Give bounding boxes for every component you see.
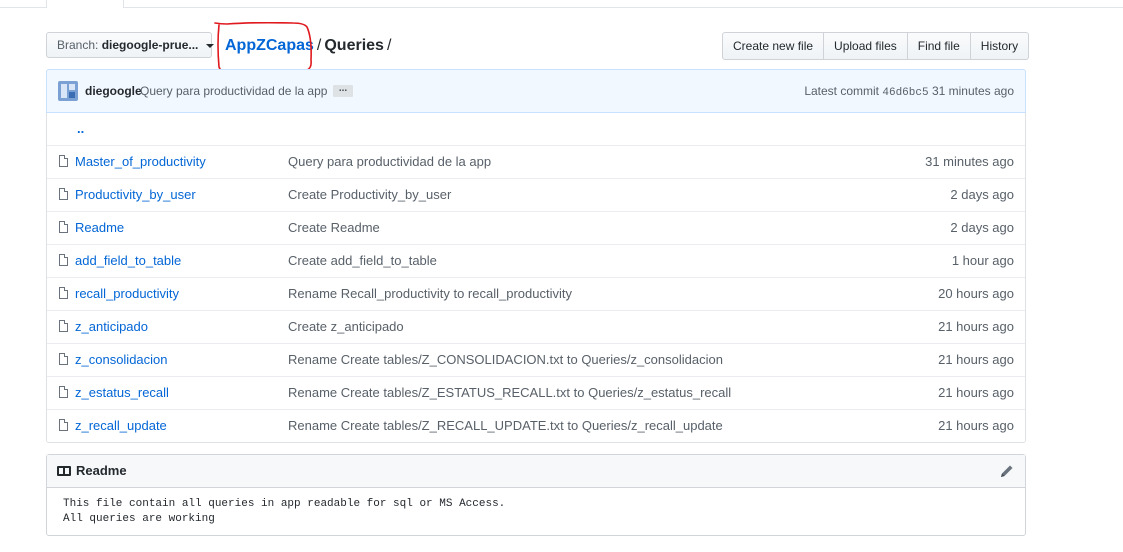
file-age: 21 hours ago <box>938 319 1014 334</box>
file-icon <box>59 155 68 167</box>
file-name-link[interactable]: z_anticipado <box>75 319 148 334</box>
readme-line: This file contain all queries in app rea… <box>63 498 506 510</box>
file-icon <box>59 221 68 233</box>
commit-sha-link[interactable]: 46d6bc5 <box>882 87 928 99</box>
branch-label: Branch: <box>57 38 99 52</box>
commit-tease: diegoogle Query para productividad de la… <box>46 69 1026 113</box>
file-name-link[interactable]: z_estatus_recall <box>75 385 169 400</box>
file-name-link[interactable]: Master_of_productivity <box>75 154 206 169</box>
file-row: Productivity_by_user Create Productivity_… <box>47 178 1025 211</box>
avatar[interactable] <box>58 81 78 101</box>
breadcrumb-repo-link[interactable]: AppZCapas <box>225 37 314 54</box>
file-icon <box>59 386 68 398</box>
file-commit-message[interactable]: Query para productividad de la app <box>288 154 491 169</box>
file-icon <box>59 287 68 299</box>
file-icon <box>59 188 68 200</box>
file-row: z_consolidacion Rename Create tables/Z_CO… <box>47 343 1025 376</box>
file-icon <box>59 254 68 266</box>
file-actions: Create new file Upload files Find file H… <box>722 32 1030 60</box>
breadcrumb-trailing-separator: / <box>386 37 392 54</box>
commit-message[interactable]: Query para productividad de la app <box>140 84 327 98</box>
commit-author[interactable]: diegoogle <box>85 84 142 98</box>
file-commit-message[interactable]: Create Readme <box>288 220 380 235</box>
find-file-button[interactable]: Find file <box>907 32 971 60</box>
file-row: recall_productivity Rename Recall_product… <box>47 277 1025 310</box>
file-row: z_anticipado Create z_anticipado 21 hours … <box>47 310 1025 343</box>
latest-commit-label: Latest commit <box>804 84 880 98</box>
readme-box: Readme This file contain all queries in … <box>46 454 1026 536</box>
file-icon <box>59 353 68 365</box>
parent-dir-row: .. <box>47 113 1025 145</box>
top-tab-border <box>0 0 1123 8</box>
upload-files-button[interactable]: Upload files <box>824 32 908 60</box>
readme-title: Readme <box>76 463 127 478</box>
file-row: add_field_to_table Create add_field_to_ta… <box>47 244 1025 277</box>
file-age: 2 days ago <box>950 187 1014 202</box>
file-name-link[interactable]: add_field_to_table <box>75 253 181 268</box>
file-commit-message[interactable]: Rename Create tables/Z_CONSOLIDACION.txt… <box>288 352 723 367</box>
file-commit-message[interactable]: Create z_anticipado <box>288 319 404 334</box>
file-row: Master_of_productivity Query para product… <box>47 145 1025 178</box>
breadcrumb-separator: / <box>316 37 322 54</box>
file-commit-message[interactable]: Rename Create tables/Z_RECALL_UPDATE.txt… <box>288 418 723 433</box>
file-name-link[interactable]: Readme <box>75 220 124 235</box>
pencil-icon[interactable] <box>999 463 1015 479</box>
file-name-link[interactable]: Productivity_by_user <box>75 187 196 202</box>
top-tab[interactable] <box>46 0 124 8</box>
breadcrumb: AppZCapas / Queries / <box>225 34 394 58</box>
file-list: .. Master_of_productivity Query para prod… <box>46 113 1026 443</box>
file-navigation: Branch: diegoogle-prue... AppZCapas / Quer… <box>46 32 1030 60</box>
file-row: z_estatus_recall Rename Create tables/Z_E… <box>47 376 1025 409</box>
file-age: 21 hours ago <box>938 352 1014 367</box>
file-row: z_recall_update Rename Create tables/Z_RE… <box>47 409 1025 442</box>
file-row: Readme Create Readme 2 days ago <box>47 211 1025 244</box>
file-commit-message[interactable]: Rename Create tables/Z_ESTATUS_RECALL.tx… <box>288 385 731 400</box>
breadcrumb-current-dir: Queries <box>324 37 384 54</box>
file-age: 31 minutes ago <box>925 154 1014 169</box>
latest-commit-info: Latest commit 46d6bc5 31 minutes ago <box>804 84 1014 99</box>
file-name-link[interactable]: z_recall_update <box>75 418 167 433</box>
file-age: 2 days ago <box>950 220 1014 235</box>
file-age: 21 hours ago <box>938 418 1014 433</box>
history-button[interactable]: History <box>970 32 1030 60</box>
readme-header: Readme <box>47 455 1025 488</box>
branch-value: diegoogle-prue... <box>101 38 199 52</box>
readme-line: All queries are working <box>63 513 215 525</box>
file-icon <box>59 419 68 431</box>
parent-directory-link[interactable]: .. <box>77 121 84 136</box>
file-name-link[interactable]: z_consolidacion <box>75 352 168 367</box>
file-age: 20 hours ago <box>938 286 1014 301</box>
commit-expand-button[interactable]: ... <box>333 84 353 97</box>
file-age: 21 hours ago <box>938 385 1014 400</box>
book-icon <box>57 466 71 476</box>
commit-age: 31 minutes ago <box>931 84 1014 98</box>
file-commit-message[interactable]: Create Productivity_by_user <box>288 187 451 202</box>
readme-content: This file contain all queries in app rea… <box>63 497 505 527</box>
file-commit-message[interactable]: Create add_field_to_table <box>288 253 437 268</box>
file-commit-message[interactable]: Rename Recall_productivity to recall_pro… <box>288 286 572 301</box>
file-age: 1 hour ago <box>951 253 1014 268</box>
chevron-down-icon <box>205 43 214 48</box>
file-name-link[interactable]: recall_productivity <box>75 286 179 301</box>
file-icon <box>59 320 68 332</box>
branch-select-button[interactable]: Branch: diegoogle-prue... <box>46 32 214 58</box>
create-new-file-button[interactable]: Create new file <box>722 32 825 60</box>
